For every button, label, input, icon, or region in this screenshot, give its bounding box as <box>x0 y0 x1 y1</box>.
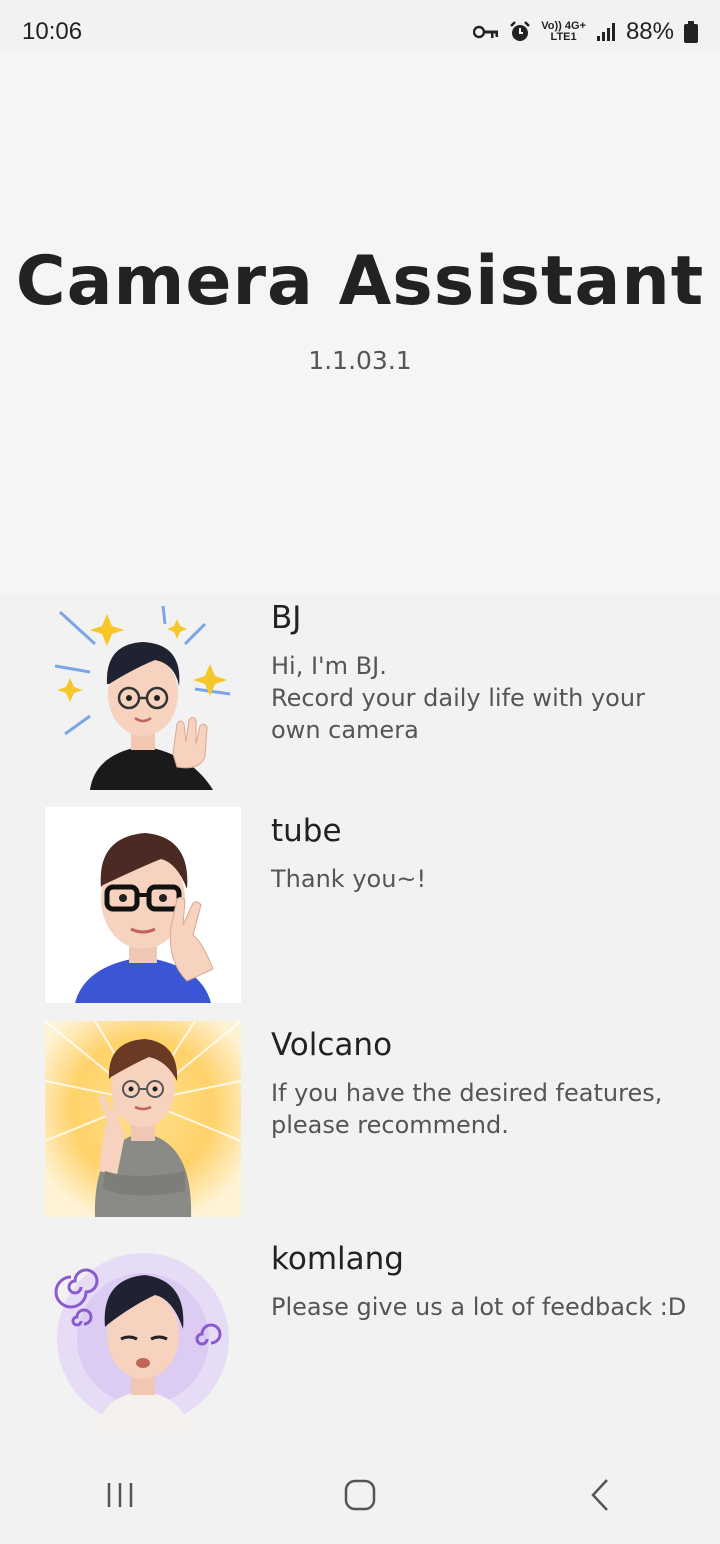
vpn-key-icon <box>473 24 499 40</box>
recent-apps-button[interactable] <box>60 1457 180 1537</box>
battery-percent: 88% <box>625 18 674 45</box>
back-icon <box>589 1478 611 1517</box>
avatar-bj <box>45 594 241 790</box>
status-time: 10:06 <box>22 18 83 45</box>
list-item: BJ Hi, I'm BJ. Record your daily life wi… <box>0 594 720 790</box>
navigation-bar <box>0 1450 720 1544</box>
developer-name: komlang <box>271 1241 404 1277</box>
home-icon <box>344 1479 376 1516</box>
developer-name: tube <box>271 813 342 849</box>
home-button[interactable] <box>300 1457 420 1537</box>
battery-icon <box>684 21 698 43</box>
avatar-komlang <box>45 1235 241 1431</box>
list-item: tube Thank you~! <box>0 807 720 1003</box>
developer-message: Hi, I'm BJ. Record your daily life with … <box>271 652 645 744</box>
signal-icon <box>596 22 616 42</box>
developer-message: If you have the desired features, please… <box>271 1079 663 1139</box>
network-bottom-label: LTE1 <box>550 31 577 43</box>
list-item: Volcano If you have the desired features… <box>0 1021 720 1217</box>
developer-name: Volcano <box>271 1027 393 1063</box>
back-button[interactable] <box>540 1457 660 1537</box>
network-indicator: Vo)) 4G+ LTE1 <box>541 21 586 43</box>
app-header: Camera Assistant 1.1.03.1 <box>0 50 720 594</box>
recent-apps-icon <box>105 1480 135 1515</box>
avatar-tube <box>45 807 241 1003</box>
app-title: Camera Assistant <box>15 242 705 321</box>
alarm-icon <box>509 21 531 43</box>
status-icons: Vo)) 4G+ LTE1 88% <box>473 18 698 46</box>
developer-name: BJ <box>271 600 302 636</box>
developer-message: Thank you~! <box>271 865 427 893</box>
app-version: 1.1.03.1 <box>308 346 412 375</box>
avatar-volcano <box>45 1021 241 1217</box>
developer-message: Please give us a lot of feedback :D <box>271 1293 687 1321</box>
list-item: komlang Please give us a lot of feedback… <box>0 1235 720 1431</box>
